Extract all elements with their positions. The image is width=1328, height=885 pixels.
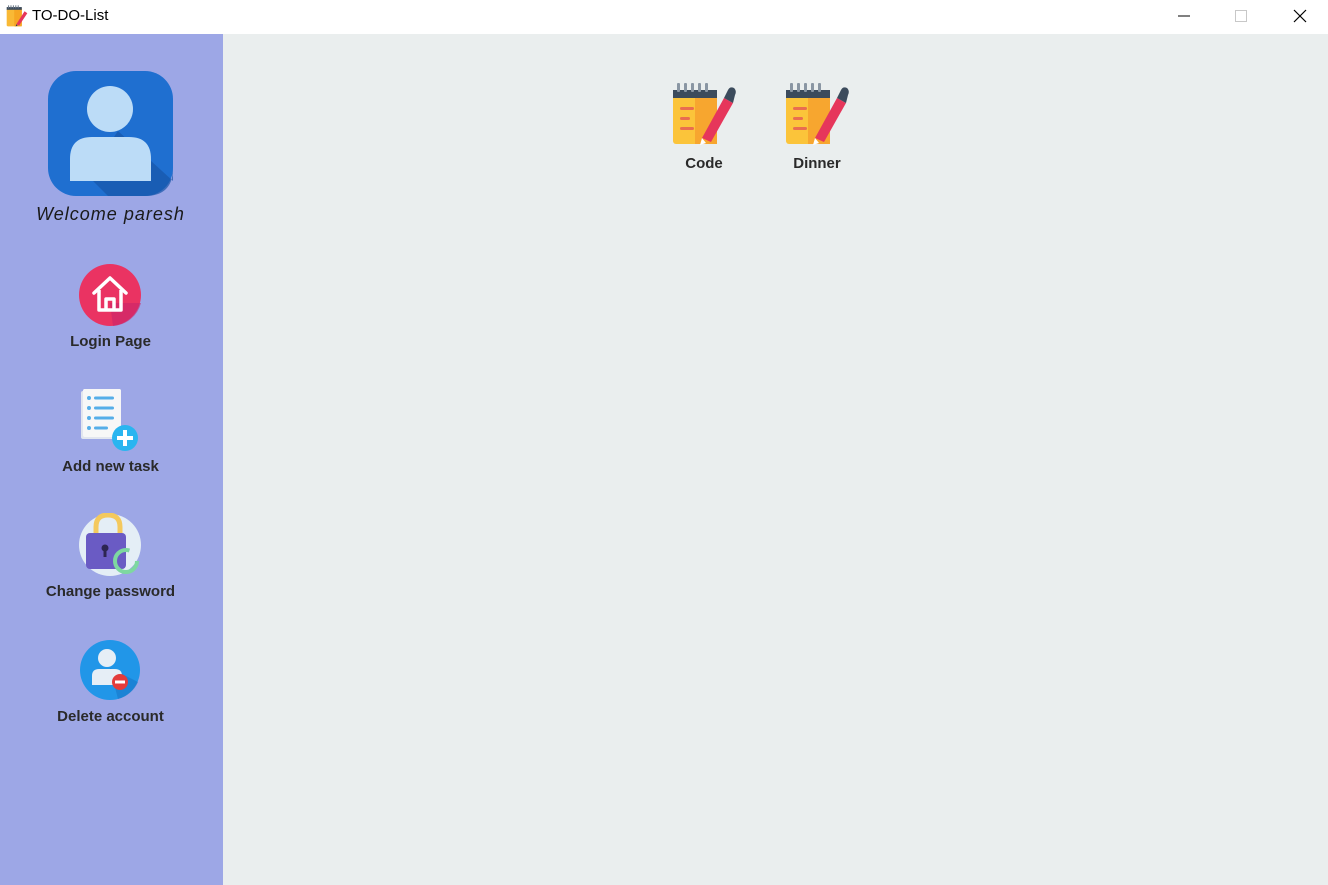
notepad-app-icon bbox=[6, 5, 28, 27]
sidebar-item-change-password[interactable]: Change password bbox=[0, 513, 221, 623]
task-area: Code Dinner bbox=[223, 34, 1328, 885]
minimize-button[interactable] bbox=[1156, 0, 1212, 32]
task-item[interactable]: Dinner bbox=[767, 82, 867, 182]
user-remove-icon bbox=[80, 640, 140, 700]
home-icon bbox=[79, 264, 141, 326]
maximize-button[interactable] bbox=[1213, 0, 1269, 32]
app-window: TO-DO-List Welcome paresh Login Page Add… bbox=[0, 0, 1328, 885]
welcome-text: Welcome paresh bbox=[36, 204, 185, 224]
minimize-icon bbox=[1178, 15, 1190, 17]
notepad-icon bbox=[786, 83, 849, 145]
maximize-icon bbox=[1235, 10, 1247, 22]
sidebar-item-label: Change password bbox=[45, 583, 176, 600]
close-icon bbox=[1293, 9, 1307, 23]
lock-refresh-icon bbox=[79, 513, 141, 576]
title-bar: TO-DO-List bbox=[0, 0, 1328, 34]
sidebar-item-delete-account[interactable]: Delete account bbox=[0, 638, 221, 748]
task-label: Dinner bbox=[793, 155, 841, 172]
sidebar: Welcome paresh Login Page Add new task C… bbox=[0, 34, 223, 885]
task-item[interactable]: Code bbox=[654, 82, 754, 182]
sidebar-item-label: Add new task bbox=[62, 458, 159, 475]
user-avatar-icon bbox=[48, 71, 173, 196]
window-title: TO-DO-List bbox=[32, 7, 109, 24]
sidebar-item-login-page[interactable]: Login Page bbox=[0, 263, 221, 373]
add-task-icon bbox=[81, 389, 138, 451]
task-label: Code bbox=[685, 155, 723, 172]
sidebar-item-label: Login Page bbox=[70, 333, 151, 350]
sidebar-item-add-new-task[interactable]: Add new task bbox=[0, 388, 221, 498]
sidebar-item-label: Delete account bbox=[57, 708, 164, 725]
close-button[interactable] bbox=[1272, 0, 1328, 32]
notepad-icon bbox=[673, 83, 736, 145]
